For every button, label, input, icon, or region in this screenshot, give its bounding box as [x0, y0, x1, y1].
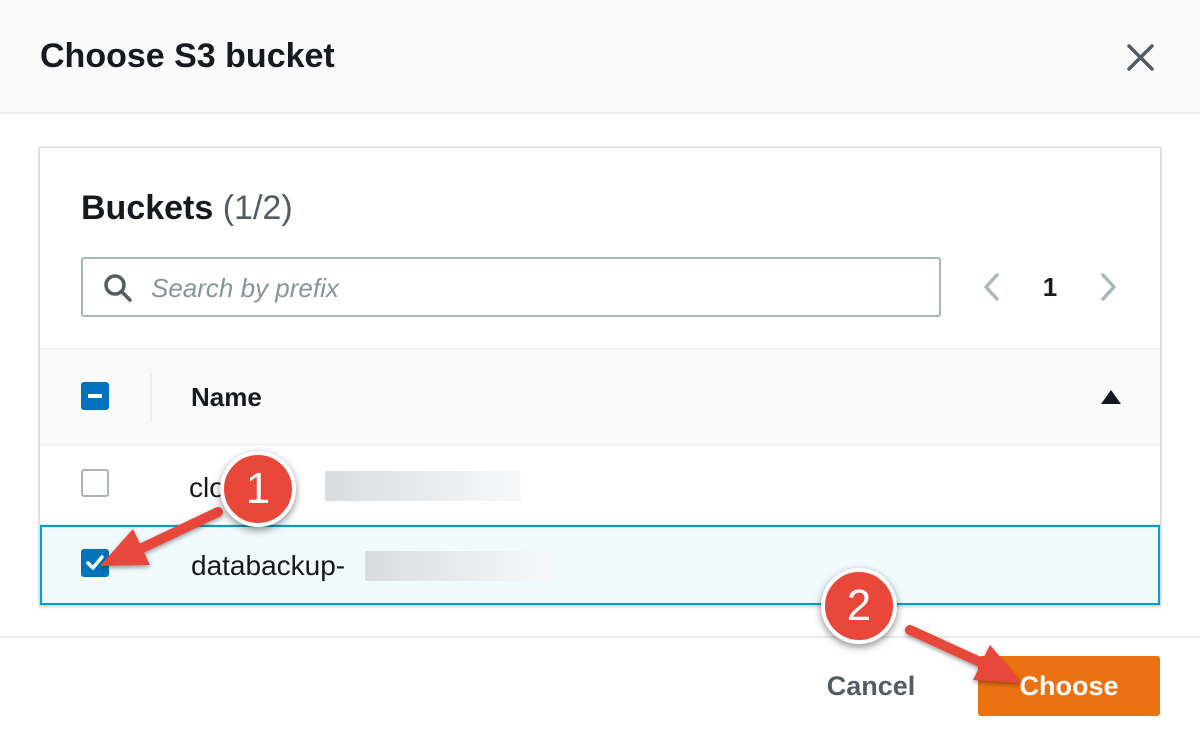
- annotation-callout-2: 2: [821, 568, 897, 644]
- chevron-right-icon: [1101, 273, 1116, 301]
- redacted-text: [365, 551, 553, 581]
- select-all-checkbox[interactable]: [81, 382, 109, 410]
- buckets-table-container: Buckets (1/2) 1 Name clos-: [39, 147, 1161, 606]
- row-1-checkbox[interactable]: [81, 469, 109, 497]
- search-field[interactable]: [81, 257, 941, 317]
- table-row-selected[interactable]: databackup-: [40, 525, 1160, 605]
- annotation-callout-1: 1: [220, 451, 296, 527]
- search-input[interactable]: [149, 267, 913, 309]
- footer-divider: [0, 636, 1200, 638]
- bucket-name[interactable]: databackup-: [191, 549, 345, 583]
- column-divider: [150, 373, 152, 421]
- choose-button[interactable]: Choose: [978, 656, 1160, 716]
- next-page-button[interactable]: [1093, 270, 1123, 304]
- modal-title: Choose S3 bucket: [40, 37, 335, 75]
- close-button[interactable]: [1118, 36, 1162, 80]
- buckets-heading: Buckets (1/2): [81, 188, 293, 228]
- modal-header: Choose S3 bucket: [0, 0, 1200, 114]
- search-icon: [104, 274, 132, 302]
- current-page-number[interactable]: 1: [1035, 270, 1065, 304]
- checkmark-icon: [86, 555, 104, 570]
- chevron-left-icon: [984, 273, 999, 301]
- close-icon: [1127, 44, 1154, 71]
- previous-page-button[interactable]: [977, 270, 1007, 304]
- buckets-count: (1/2): [222, 189, 293, 227]
- table-row[interactable]: clos-: [40, 445, 1160, 525]
- table-header: Name: [40, 348, 1160, 445]
- buckets-heading-label: Buckets: [81, 189, 214, 227]
- redacted-text: [325, 471, 521, 501]
- cancel-button[interactable]: Cancel: [810, 656, 932, 716]
- row-2-checkbox[interactable]: [81, 549, 109, 577]
- column-header-name[interactable]: Name: [191, 381, 262, 413]
- sort-ascending-icon[interactable]: [1100, 389, 1122, 405]
